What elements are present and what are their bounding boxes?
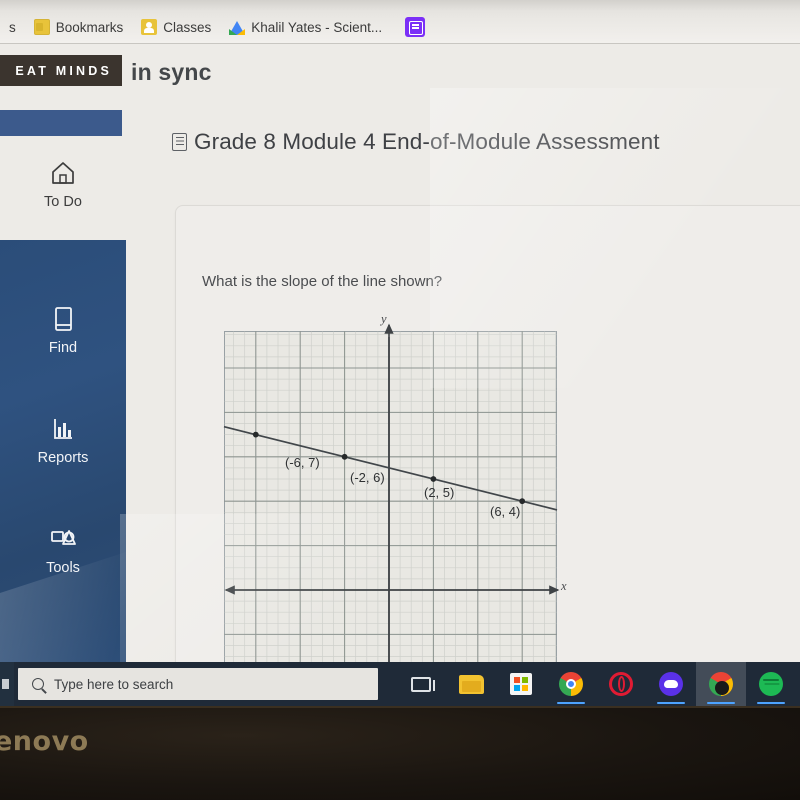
- search-placeholder: Type here to search: [54, 676, 174, 692]
- point-label: (-2, 6): [350, 470, 385, 485]
- taskbar-item-discord[interactable]: [646, 662, 696, 706]
- sidebar-item-label: To Do: [44, 194, 82, 210]
- coordinate-graph: [223, 323, 560, 677]
- task-view-icon: [411, 676, 435, 692]
- app-sidebar: Find Reports Tools: [0, 240, 126, 662]
- page-title-text: Grade 8 Module 4 End-of-Module Assessmen…: [194, 129, 660, 154]
- laptop-screen: s Bookmarks Classes Khalil Yates - Scien…: [0, 0, 800, 706]
- taskbar-item-opera[interactable]: [596, 662, 646, 706]
- question-prompt: What is the slope of the line shown?: [202, 273, 443, 290]
- point-label: (-6, 7): [285, 455, 320, 470]
- tools-icon: [0, 522, 126, 556]
- taskbar-item-chrome-window[interactable]: [696, 662, 746, 706]
- running-indicator: [557, 701, 585, 704]
- bookmark-partial[interactable]: s: [0, 17, 25, 38]
- lenovo-logo: enovo: [0, 726, 89, 757]
- chrome-icon: [709, 672, 733, 696]
- browser-bookmarks-bar: s Bookmarks Classes Khalil Yates - Scien…: [0, 0, 800, 44]
- running-indicator: [757, 701, 785, 704]
- taskbar-item-task-view[interactable]: [396, 662, 446, 706]
- bookmark-label: Bookmarks: [55, 19, 124, 35]
- point-label: (2, 5): [424, 485, 455, 500]
- axes-and-line: [223, 323, 560, 677]
- bookmark-bookmarks[interactable]: Bookmarks: [25, 16, 133, 38]
- taskbar-items: [396, 662, 796, 706]
- in-sync-wordmark: in sync: [131, 59, 212, 85]
- laptop-bezel: enovo: [0, 706, 800, 800]
- bookmarks-list: s Bookmarks Classes Khalil Yates - Scien…: [0, 12, 426, 42]
- point-label: (6, 4): [490, 504, 521, 519]
- app-header: EAT MINDS in sync: [0, 44, 800, 102]
- sidebar-item-find[interactable]: Find: [0, 302, 126, 356]
- taskbar-item-chrome[interactable]: [546, 662, 596, 706]
- sidebar-item-label: Find: [48, 340, 78, 356]
- microsoft-store-icon: [510, 673, 532, 695]
- bookmark-label: s: [9, 19, 16, 35]
- cropped-toolbar-row: [0, 0, 800, 10]
- spotify-icon: [759, 672, 783, 696]
- running-indicator: [657, 701, 685, 704]
- bookmark-classes[interactable]: Classes: [132, 16, 220, 38]
- home-icon: [0, 156, 126, 190]
- windows-start-icon[interactable]: [0, 662, 14, 706]
- bookmark-label: Khalil Yates - Scient...: [251, 19, 383, 35]
- sidebar-item-to-do[interactable]: To Do: [0, 156, 126, 210]
- app-page: EAT MINDS in sync To Do Find Reports Too…: [0, 44, 800, 706]
- sidebar-highlight-bar: [0, 110, 122, 136]
- book-icon: [0, 302, 126, 336]
- google-drive-icon: [229, 20, 246, 35]
- opera-icon: [609, 672, 633, 696]
- search-input[interactable]: Type here to search: [18, 668, 378, 700]
- running-indicator: [707, 701, 735, 704]
- x-axis-label: x: [561, 579, 567, 593]
- folder-icon: [458, 674, 484, 694]
- sidebar-item-label: Reports: [37, 450, 89, 466]
- list-icon[interactable]: [405, 17, 426, 37]
- search-icon: [32, 678, 44, 690]
- taskbar-item-file-explorer[interactable]: [446, 662, 496, 706]
- folder-icon: [33, 19, 50, 35]
- y-axis-label: y: [381, 312, 387, 326]
- chrome-icon: [559, 672, 583, 696]
- sidebar-item-reports[interactable]: Reports: [0, 412, 126, 466]
- bar-chart-icon: [0, 412, 126, 446]
- google-classroom-icon: [141, 19, 158, 35]
- document-icon: [172, 133, 187, 151]
- page-title: Grade 8 Module 4 End-of-Module Assessmen…: [172, 129, 660, 155]
- bookmark-khalil-yates[interactable]: Khalil Yates - Scient...: [220, 17, 391, 38]
- taskbar-item-microsoft-store[interactable]: [496, 662, 546, 706]
- windows-taskbar: Type here to search: [0, 662, 800, 706]
- taskbar-item-spotify[interactable]: [746, 662, 796, 706]
- great-minds-logo: EAT MINDS: [0, 55, 122, 86]
- sidebar-item-label: Tools: [46, 560, 80, 576]
- bookmark-label: Classes: [163, 19, 212, 35]
- discord-icon: [659, 672, 683, 696]
- sidebar-item-tools[interactable]: Tools: [0, 522, 126, 576]
